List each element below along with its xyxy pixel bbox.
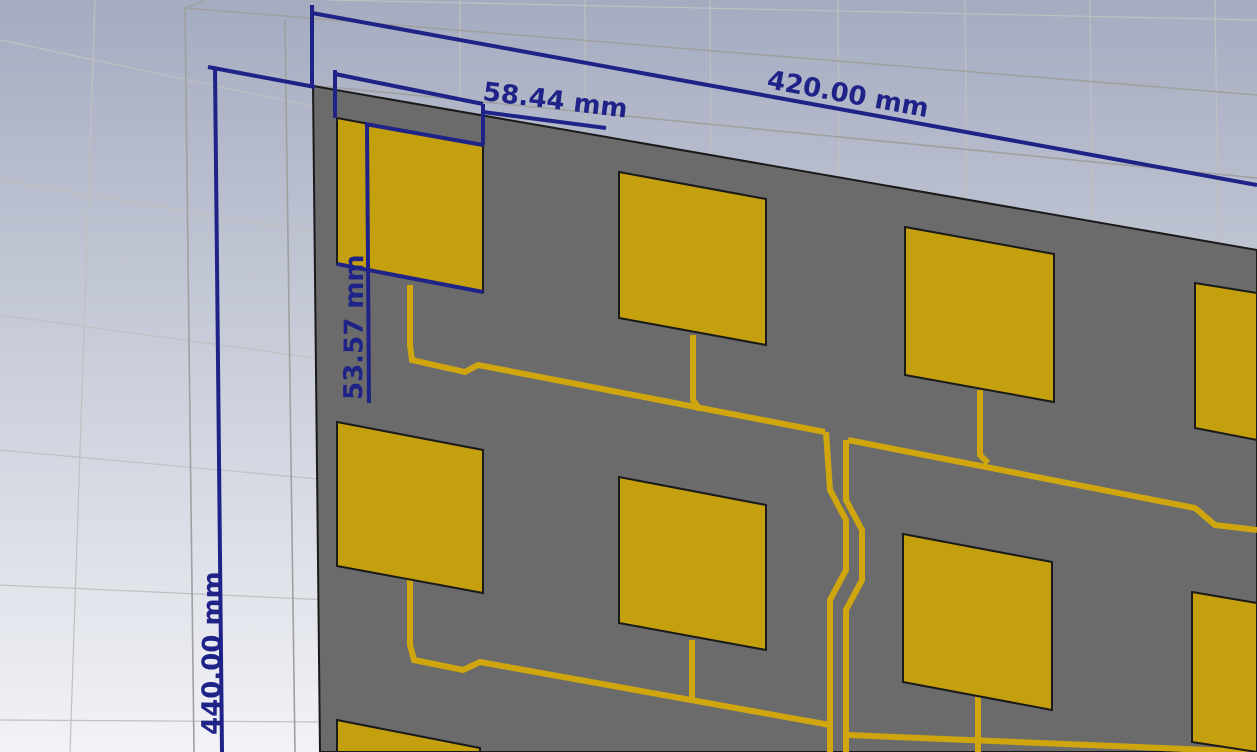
patch-element: [902, 532, 1053, 712]
antenna-array-scene[interactable]: 420.00 mm 440.00 mm 58.44 mm 53.57 mm: [0, 0, 1257, 752]
3d-viewport[interactable]: 420.00 mm 440.00 mm 58.44 mm 53.57 mm: [0, 0, 1257, 752]
patch-element: [618, 475, 767, 652]
board-height-label: 440.00 mm: [197, 571, 228, 735]
patch-element: [618, 170, 767, 347]
patch-element: [904, 225, 1055, 404]
patch-element: [1191, 590, 1257, 752]
patch-element: [1194, 281, 1257, 442]
patch-element: [336, 420, 484, 595]
patch-height-label: 53.57 mm: [339, 254, 370, 400]
